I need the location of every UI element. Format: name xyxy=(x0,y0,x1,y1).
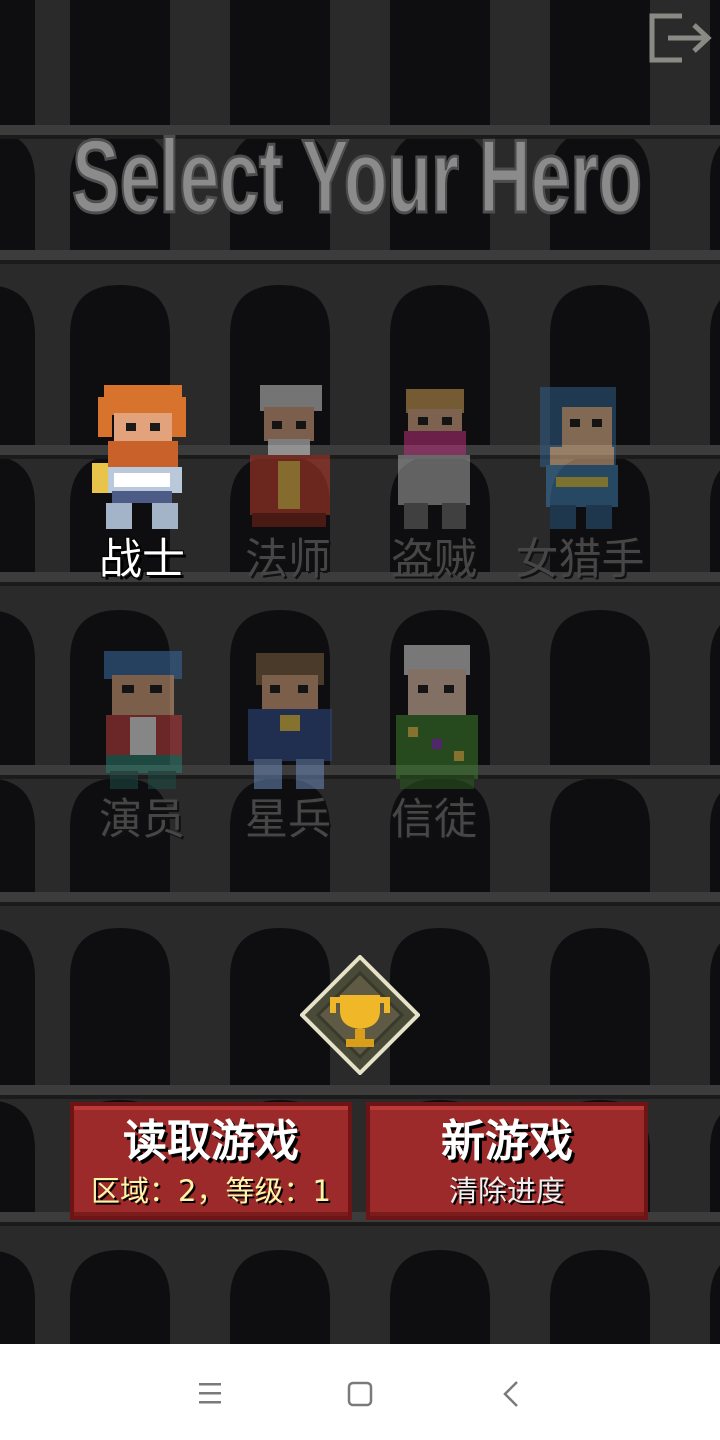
menu-icon xyxy=(199,1383,221,1404)
starsoldier-sprite xyxy=(248,653,332,789)
page-title: Select Your Hero xyxy=(72,119,642,235)
hero-huntress[interactable]: 女猎手 xyxy=(508,385,652,615)
title-banner: Select Your Hero xyxy=(71,118,644,237)
badges-button[interactable] xyxy=(299,954,421,1076)
hero-name-actor: 演员 xyxy=(99,795,185,845)
new-game-detail: 清除进度 xyxy=(448,1174,565,1208)
game-screen: Select Your Hero 战士 法师 盗贼 女猎手 演员 星兵 信徒 读… xyxy=(0,0,720,1344)
rogue-sprite xyxy=(398,389,470,529)
huntress-sprite xyxy=(540,387,618,529)
mage-sprite xyxy=(250,385,330,527)
load-game-label: 读取游戏 xyxy=(123,1116,299,1167)
load-game-button[interactable]: 读取游戏 区域：2，等级：1 xyxy=(70,1102,352,1220)
home-icon xyxy=(347,1381,373,1407)
warrior-sprite xyxy=(92,385,186,529)
hero-name-starsoldier: 星兵 xyxy=(245,795,331,845)
menu-button[interactable] xyxy=(188,1372,232,1416)
hero-name-mage: 法师 xyxy=(245,535,331,585)
new-game-label: 新游戏 xyxy=(441,1116,573,1167)
hero-name-believer: 信徒 xyxy=(391,795,477,845)
trophy-icon xyxy=(299,954,421,1076)
believer-sprite xyxy=(396,645,478,789)
new-game-button[interactable]: 新游戏 清除进度 xyxy=(366,1102,648,1220)
hero-actor[interactable]: 演员 xyxy=(70,645,214,875)
hero-name-rogue: 盗贼 xyxy=(391,535,477,585)
hero-rogue[interactable]: 盗贼 xyxy=(362,385,506,615)
hero-starsoldier[interactable]: 星兵 xyxy=(216,645,360,875)
back-button[interactable] xyxy=(490,1372,534,1416)
system-navigation-bar xyxy=(0,1344,720,1440)
actor-sprite xyxy=(104,651,182,789)
hero-mage[interactable]: 法师 xyxy=(216,385,360,615)
home-button[interactable] xyxy=(338,1372,382,1416)
hero-name-warrior: 战士 xyxy=(99,535,185,585)
hero-name-huntress: 女猎手 xyxy=(515,535,645,585)
load-game-detail: 区域：2，等级：1 xyxy=(91,1174,331,1208)
hero-believer[interactable]: 信徒 xyxy=(362,645,506,875)
back-icon xyxy=(503,1381,518,1407)
hero-warrior[interactable]: 战士 xyxy=(70,385,214,615)
